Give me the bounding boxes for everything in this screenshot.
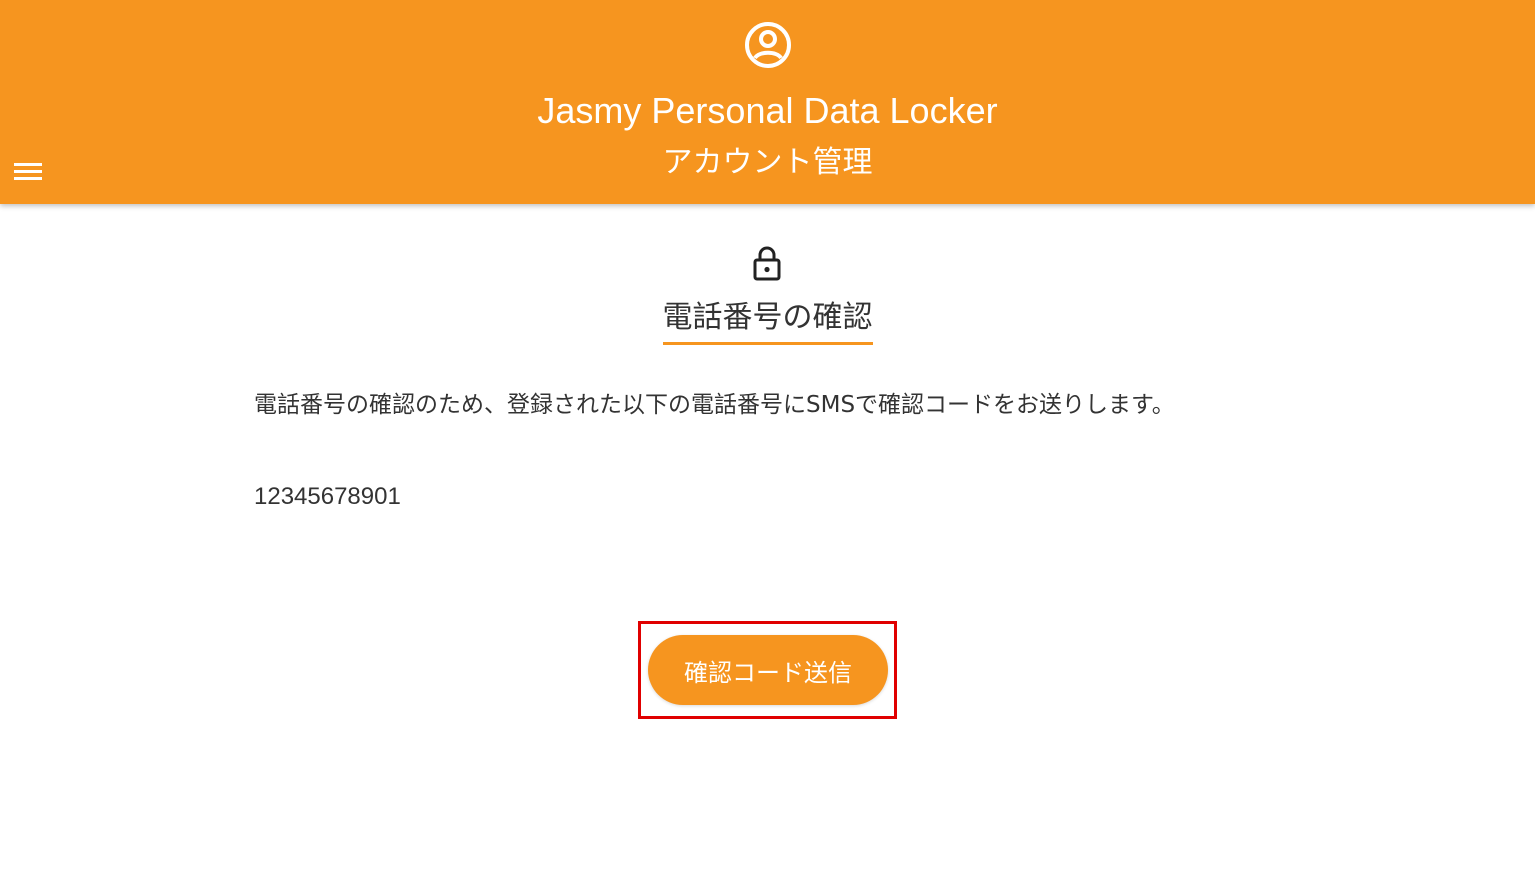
section-title: 電話番号の確認 [0, 296, 1535, 345]
app-header: Jasmy Personal Data Locker アカウント管理 [0, 0, 1535, 204]
phone-number: 12345678901 [254, 483, 401, 510]
page-subtitle: アカウント管理 [662, 145, 873, 180]
section-title-text: 電話番号の確認 [662, 296, 873, 345]
app-title: Jasmy Personal Data Locker [537, 90, 998, 131]
hamburger-menu-icon[interactable] [10, 156, 46, 188]
lock-icon [753, 246, 781, 281]
account-circle-icon[interactable] [743, 20, 793, 70]
description-text: 電話番号の確認のため、登録された以下の電話番号にSMSで確認コードをお送りします… [254, 392, 1175, 418]
send-code-button[interactable]: 確認コード送信 [648, 635, 888, 705]
